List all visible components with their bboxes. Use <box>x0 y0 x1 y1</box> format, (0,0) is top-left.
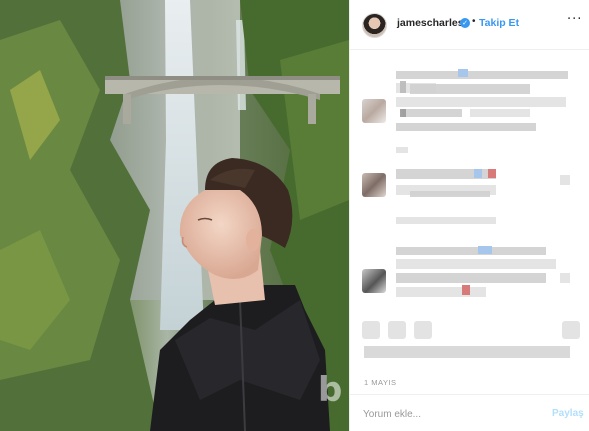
commenter-avatar[interactable] <box>362 99 386 123</box>
comment-bubble-icon[interactable] <box>388 321 406 339</box>
like-heart-icon[interactable] <box>362 321 380 339</box>
blurred-text <box>396 147 408 153</box>
blurred-text <box>396 217 496 224</box>
action-bar <box>350 315 589 345</box>
blurred-text <box>410 84 530 94</box>
post-side-panel: jamescharles ✓ • Takip Et ··· 1 MAYIS Yo… <box>349 0 589 431</box>
like-comment-icon[interactable] <box>560 273 570 283</box>
blurred-text <box>402 109 462 117</box>
share-icon[interactable] <box>414 321 432 339</box>
blurred-text <box>396 71 568 79</box>
likes-count-blurred <box>364 346 570 358</box>
photo-illustration <box>0 0 349 431</box>
avatar[interactable] <box>362 13 387 38</box>
blurred-text <box>396 97 566 107</box>
blurred-text <box>396 247 546 255</box>
username-link[interactable]: jamescharles <box>397 17 464 29</box>
blurred-emoji <box>474 169 482 178</box>
blurred-emoji <box>488 169 496 178</box>
follow-button[interactable]: Takip Et <box>479 17 519 29</box>
like-comment-icon[interactable] <box>560 175 570 185</box>
post-photo[interactable]: b <box>0 0 349 431</box>
instagram-post: b jamescharles ✓ • Takip Et ··· 1 MAYIS … <box>0 0 589 431</box>
blurred-text <box>400 109 406 117</box>
post-date: 1 MAYIS <box>364 378 397 387</box>
blurred-text <box>400 81 406 93</box>
bookmark-icon[interactable] <box>562 321 580 339</box>
watermark-logo: b <box>318 370 343 410</box>
post-header: jamescharles ✓ • Takip Et ··· <box>350 0 589 50</box>
blurred-emoji <box>478 246 492 254</box>
blurred-emoji <box>458 69 468 77</box>
blurred-text <box>470 109 530 117</box>
blurred-emoji <box>462 285 470 295</box>
separator-dot: • <box>472 16 476 27</box>
commenter-avatar[interactable] <box>362 269 386 293</box>
blurred-text <box>410 191 490 197</box>
add-comment-bar: Paylaş <box>350 394 589 431</box>
comment-input[interactable] <box>363 405 513 423</box>
commenter-avatar[interactable] <box>362 173 386 197</box>
post-comment-button[interactable]: Paylaş <box>552 408 584 419</box>
blurred-text <box>396 123 536 131</box>
blurred-text <box>396 287 486 297</box>
blurred-text <box>396 273 546 283</box>
blurred-text <box>396 259 556 269</box>
comments-list <box>350 51 589 311</box>
more-options-icon[interactable]: ··· <box>567 12 582 27</box>
verified-badge-icon: ✓ <box>460 18 470 28</box>
